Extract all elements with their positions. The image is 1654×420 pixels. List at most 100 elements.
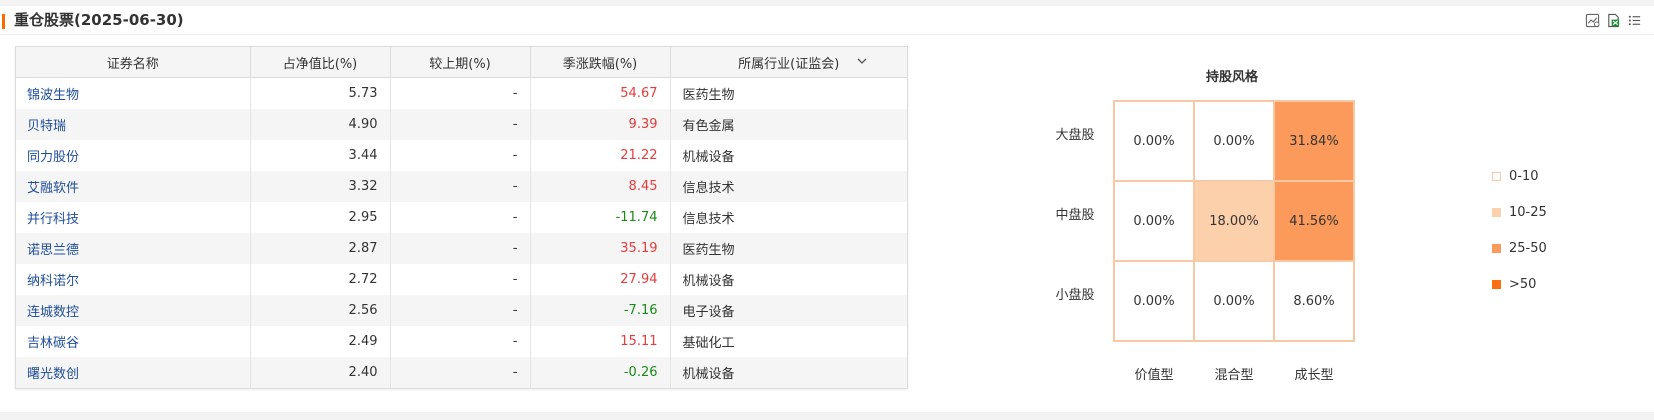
row-label-large-cap: 大盘股 bbox=[1055, 128, 1095, 143]
change-vs-previous: - bbox=[390, 357, 531, 388]
excel-export-icon[interactable] bbox=[1606, 13, 1621, 28]
style-cell: 8.60% bbox=[1274, 261, 1354, 341]
industry-cell: 信息技术 bbox=[682, 212, 735, 227]
net-value-ratio: 2.72 bbox=[250, 264, 391, 295]
style-box-title: 持股风格 bbox=[1206, 70, 1259, 85]
table-row[interactable]: 吉林碳谷 2.49-15.11 基础化工 bbox=[16, 326, 907, 357]
legend-label: >50 bbox=[1509, 276, 1537, 292]
stock-name-link[interactable]: 纳科诺尔 bbox=[16, 264, 251, 295]
holdings-panel: 重仓股票(2025-06-30) 证券名称 占净值比(%) 较上期(%) 季涨跌… bbox=[0, 6, 1654, 412]
style-cell: 0.00% bbox=[1114, 261, 1194, 341]
change-vs-previous: - bbox=[390, 326, 531, 357]
chevron-down-icon[interactable] bbox=[857, 58, 867, 64]
legend-label: 10-25 bbox=[1509, 204, 1547, 220]
table-row[interactable]: 同力股份 3.44-21.22 机械设备 bbox=[16, 140, 907, 171]
col-label-value: 价值型 bbox=[1134, 368, 1174, 383]
quarter-change: 15.11 bbox=[530, 326, 671, 357]
legend-label: 0-10 bbox=[1509, 168, 1539, 184]
row-label-mid-cap: 中盘股 bbox=[1055, 208, 1095, 223]
table-row[interactable]: 贝特瑞 4.90-9.39 有色金属 bbox=[16, 109, 907, 140]
change-vs-previous: - bbox=[390, 77, 531, 109]
stock-name-link[interactable]: 连城数控 bbox=[16, 295, 251, 326]
header-accent-bar bbox=[2, 14, 5, 29]
industry-cell: 机械设备 bbox=[670, 357, 907, 388]
style-cell: 18.00% bbox=[1194, 181, 1274, 261]
chart-export-icon[interactable] bbox=[1585, 13, 1600, 28]
industry-cell: 信息技术 bbox=[670, 171, 907, 202]
style-cell: 31.84% bbox=[1274, 101, 1354, 181]
col-label-growth: 成长型 bbox=[1294, 368, 1334, 383]
quarter-change: 8.45 bbox=[530, 171, 671, 202]
list-menu-icon[interactable] bbox=[1627, 13, 1642, 28]
column-header-industry[interactable]: 所属行业(证监会) bbox=[670, 47, 907, 78]
industry-cell: 机械设备 bbox=[682, 150, 735, 165]
quarter-change: -7.16 bbox=[530, 295, 671, 326]
industry-cell: 机械设备 bbox=[682, 274, 735, 289]
stock-name-link[interactable]: 锦波生物 bbox=[16, 77, 251, 109]
industry-cell: 医药生物 bbox=[682, 88, 735, 103]
net-value-ratio: 2.40 bbox=[250, 357, 391, 388]
net-value-ratio: 2.95 bbox=[250, 202, 391, 233]
table-row[interactable]: 锦波生物 5.73-54.67 医药生物 bbox=[16, 77, 907, 109]
panel-title: 重仓股票(2025-06-30) bbox=[14, 11, 184, 29]
table-row[interactable]: 曙光数创 2.40- -0.26 机械设备 bbox=[16, 357, 907, 388]
legend-swatch bbox=[1492, 279, 1501, 289]
stock-name-link[interactable]: 艾融软件 bbox=[16, 171, 251, 202]
quarter-change: 54.67 bbox=[530, 77, 671, 109]
change-vs-previous: - bbox=[390, 295, 531, 326]
column-header-name[interactable]: 证券名称 bbox=[16, 47, 251, 78]
quarter-change: 27.94 bbox=[530, 264, 671, 295]
industry-cell: 有色金属 bbox=[670, 109, 907, 140]
column-header-change[interactable]: 较上期(%) bbox=[390, 47, 531, 78]
industry-cell: 电子设备 bbox=[670, 295, 907, 326]
table-row[interactable]: 诺思兰德 2.87-35.19 医药生物 bbox=[16, 233, 907, 264]
industry-cell: 医药生物 bbox=[670, 233, 907, 264]
row-label-small-cap: 小盘股 bbox=[1055, 288, 1095, 303]
quarter-change: -0.26 bbox=[530, 357, 671, 388]
net-value-ratio: 3.44 bbox=[250, 140, 391, 171]
stock-name-link[interactable]: 贝特瑞 bbox=[16, 109, 251, 140]
legend-label: 25-50 bbox=[1509, 240, 1547, 256]
change-vs-previous: - bbox=[390, 140, 531, 171]
table-row[interactable]: 艾融软件 3.32-8.45 信息技术 bbox=[16, 171, 907, 202]
table-row[interactable]: 并行科技 2.95- -11.74 信息技术 bbox=[16, 202, 907, 233]
column-header-ratio[interactable]: 占净值比(%) bbox=[250, 47, 391, 78]
quarter-change: -11.74 bbox=[530, 202, 671, 233]
style-cell: 41.56% bbox=[1274, 181, 1354, 261]
industry-header-label: 所属行业(证监会) bbox=[738, 56, 840, 72]
legend-swatch bbox=[1492, 207, 1501, 217]
col-label-blend: 混合型 bbox=[1214, 368, 1254, 383]
legend-item: 10-25 bbox=[1492, 202, 1547, 222]
net-value-ratio: 3.32 bbox=[250, 171, 391, 202]
style-box-legend: 0-10 10-25 25-50 >50 bbox=[1492, 166, 1547, 310]
stock-name-link[interactable]: 诺思兰德 bbox=[16, 233, 251, 264]
industry-cell: 基础化工 bbox=[682, 336, 735, 351]
change-vs-previous: - bbox=[390, 171, 531, 202]
net-value-ratio: 4.90 bbox=[250, 109, 391, 140]
change-vs-previous: - bbox=[390, 202, 531, 233]
change-vs-previous: - bbox=[390, 109, 531, 140]
quarter-change: 9.39 bbox=[530, 109, 671, 140]
table-row[interactable]: 连城数控 2.56- -7.16 电子设备 bbox=[16, 295, 907, 326]
holdings-table: 证券名称 占净值比(%) 较上期(%) 季涨跌幅(%) 所属行业(证监会) 锦波… bbox=[15, 46, 908, 389]
legend-item: >50 bbox=[1492, 274, 1547, 294]
change-vs-previous: - bbox=[390, 264, 531, 295]
column-header-quarter[interactable]: 季涨跌幅(%) bbox=[530, 47, 671, 78]
net-value-ratio: 2.56 bbox=[250, 295, 391, 326]
net-value-ratio: 5.73 bbox=[250, 77, 391, 109]
stock-name-link[interactable]: 吉林碳谷 bbox=[16, 326, 251, 357]
quarter-change: 21.22 bbox=[530, 140, 671, 171]
stock-name-link[interactable]: 并行科技 bbox=[16, 202, 251, 233]
style-box-grid: 0.00% 0.00% 31.84% 0.00% 18.00% 41.56% 0.00% 0.… bbox=[1113, 100, 1355, 342]
legend-item: 0-10 bbox=[1492, 166, 1547, 186]
legend-item: 25-50 bbox=[1492, 238, 1547, 258]
style-cell: 0.00% bbox=[1194, 101, 1274, 181]
legend-swatch bbox=[1492, 243, 1501, 253]
stock-name-link[interactable]: 同力股份 bbox=[16, 140, 251, 171]
panel-header: 重仓股票(2025-06-30) bbox=[0, 6, 1654, 35]
stock-name-link[interactable]: 曙光数创 bbox=[16, 357, 251, 388]
quarter-change: 35.19 bbox=[530, 233, 671, 264]
change-vs-previous: - bbox=[390, 233, 531, 264]
style-cell: 0.00% bbox=[1114, 181, 1194, 261]
table-row[interactable]: 纳科诺尔 2.72-27.94 机械设备 bbox=[16, 264, 907, 295]
